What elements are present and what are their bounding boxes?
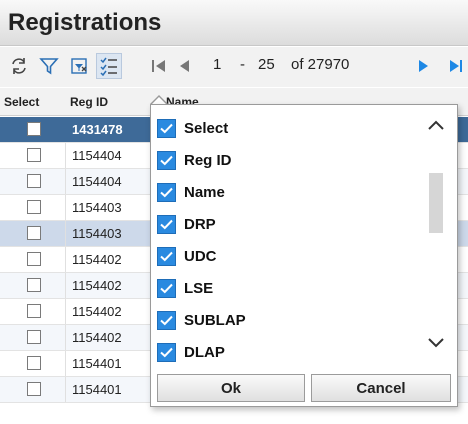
column-option-label: DLAP xyxy=(184,343,225,361)
column-chooser-icon[interactable] xyxy=(96,53,122,79)
current-page[interactable]: 1 xyxy=(213,56,221,73)
registrations-panel: Registrations 1 - 25 of 27970 Select Reg… xyxy=(0,0,468,424)
column-chooser-popup: Select Reg ID Name DRP UDC LSE SUBLAP DL… xyxy=(150,104,458,407)
column-option-label: UDC xyxy=(184,247,217,265)
first-page-icon[interactable] xyxy=(146,53,172,79)
refresh-icon[interactable] xyxy=(6,53,32,79)
checkbox-checked-icon[interactable] xyxy=(157,150,176,170)
scroll-up-icon[interactable] xyxy=(427,119,445,131)
column-option-dlap[interactable]: DLAP xyxy=(157,339,225,365)
column-option-label: LSE xyxy=(184,279,214,297)
column-list-scrollbar[interactable] xyxy=(423,113,451,369)
pager-separator: - xyxy=(240,56,245,73)
last-page-icon[interactable] xyxy=(442,53,468,79)
ok-button[interactable]: Ok xyxy=(157,374,305,402)
checkbox-checked-icon[interactable] xyxy=(157,278,176,298)
column-option-reg-id[interactable]: Reg ID xyxy=(157,147,232,173)
reg-id-cell: 1431478 xyxy=(72,122,123,137)
row-checkbox[interactable] xyxy=(27,356,41,370)
checkbox-checked-icon[interactable] xyxy=(157,342,176,362)
column-option-select[interactable]: Select xyxy=(157,115,228,141)
column-option-label: DRP xyxy=(184,215,216,233)
prev-page-icon[interactable] xyxy=(172,53,198,79)
checkbox-checked-icon[interactable] xyxy=(157,214,176,234)
column-option-label: Reg ID xyxy=(184,151,232,169)
row-checkbox[interactable] xyxy=(27,278,41,292)
reg-id-cell: 1154401 xyxy=(72,382,122,397)
row-checkbox[interactable] xyxy=(27,200,41,214)
column-option-udc[interactable]: UDC xyxy=(157,243,217,269)
column-option-sublap[interactable]: SUBLAP xyxy=(157,307,246,333)
panel-title: Registrations xyxy=(0,0,468,46)
row-checkbox[interactable] xyxy=(27,226,41,240)
reg-id-cell: 1154402 xyxy=(72,252,122,267)
column-option-label: Name xyxy=(184,183,225,201)
reg-id-cell: 1154403 xyxy=(72,200,122,215)
row-checkbox[interactable] xyxy=(27,148,41,162)
reg-id-cell: 1154404 xyxy=(72,174,122,189)
row-checkbox[interactable] xyxy=(27,174,41,188)
reg-id-cell: 1154402 xyxy=(72,278,122,293)
column-option-lse[interactable]: LSE xyxy=(157,275,213,301)
header-select[interactable]: Select xyxy=(4,95,39,109)
cancel-button[interactable]: Cancel xyxy=(311,374,451,402)
reg-id-cell: 1154404 xyxy=(72,148,122,163)
row-checkbox[interactable] xyxy=(27,330,41,344)
column-option-label: SUBLAP xyxy=(184,311,246,329)
next-page-icon[interactable] xyxy=(410,53,436,79)
scroll-thumb[interactable] xyxy=(429,173,443,233)
header-reg-id[interactable]: Reg ID xyxy=(70,95,108,109)
page-size[interactable]: 25 xyxy=(258,56,275,73)
checkbox-checked-icon[interactable] xyxy=(157,118,176,138)
row-checkbox[interactable] xyxy=(27,382,41,396)
checkbox-checked-icon[interactable] xyxy=(157,310,176,330)
column-option-label: Select xyxy=(184,119,229,137)
column-option-drp[interactable]: DRP xyxy=(157,211,216,237)
clear-filter-icon[interactable] xyxy=(66,53,92,79)
scroll-down-icon[interactable] xyxy=(427,337,445,349)
filter-icon[interactable] xyxy=(36,53,62,79)
row-checkbox[interactable] xyxy=(27,252,41,266)
reg-id-cell: 1154402 xyxy=(72,330,122,345)
reg-id-cell: 1154401 xyxy=(72,356,122,371)
grid-toolbar: 1 - 25 of 27970 xyxy=(0,47,468,87)
row-checkbox[interactable] xyxy=(27,304,41,318)
reg-id-cell: 1154403 xyxy=(72,226,122,241)
checkbox-checked-icon[interactable] xyxy=(157,246,176,266)
reg-id-cell: 1154402 xyxy=(72,304,122,319)
column-option-name[interactable]: Name xyxy=(157,179,225,205)
row-checkbox[interactable] xyxy=(27,122,41,136)
column-list: Select Reg ID Name DRP UDC LSE SUBLAP DL… xyxy=(157,115,417,370)
checkbox-checked-icon[interactable] xyxy=(157,182,176,202)
total-records: of 27970 xyxy=(291,56,350,73)
